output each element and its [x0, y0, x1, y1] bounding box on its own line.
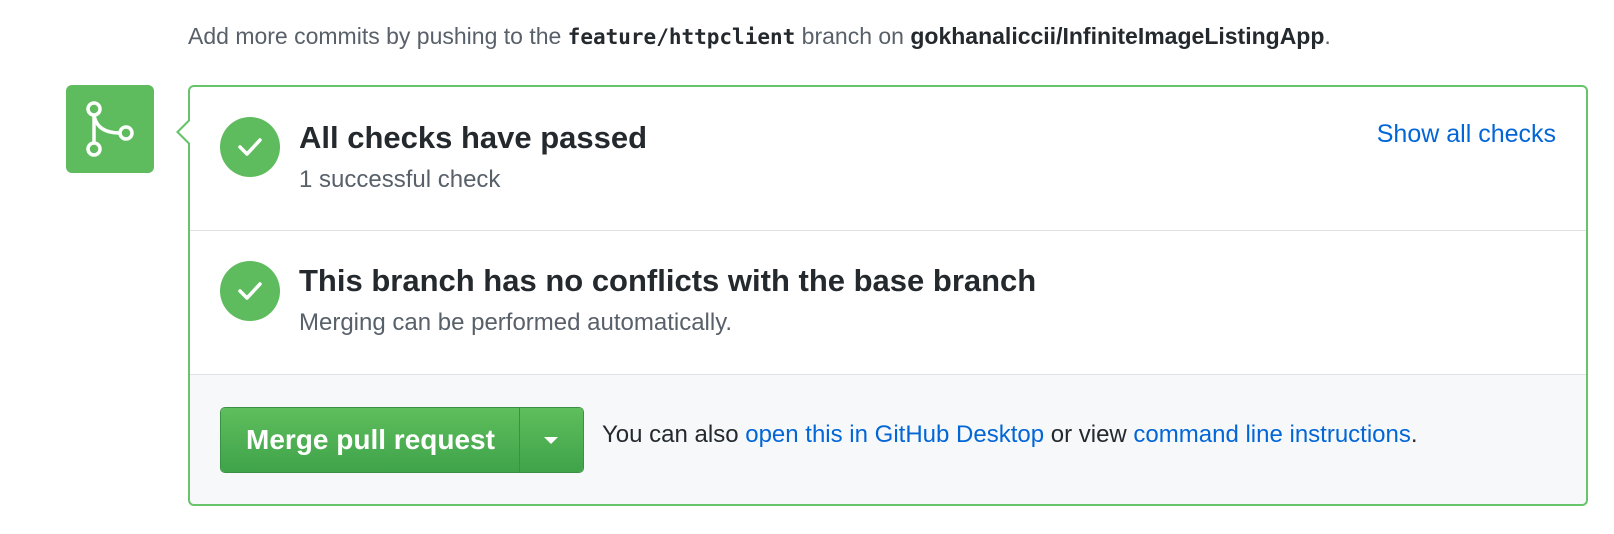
also-suffix: . [1410, 421, 1418, 448]
merge-status-box: All checks have passed 1 successful chec… [176, 85, 1588, 506]
show-all-checks-link[interactable]: Show all checks [1377, 120, 1556, 149]
conflicts-subtitle: Merging can be performed automatically. [299, 309, 733, 336]
also-middle: or view [1044, 421, 1134, 448]
hint-suffix: . [1324, 23, 1331, 49]
merge-action-section: Merge pull request You can also open thi… [190, 375, 1586, 504]
check-success-icon [220, 117, 280, 177]
conflicts-title: This branch has no conflicts with the ba… [299, 263, 1037, 298]
checks-subtitle: 1 successful check [299, 166, 501, 193]
git-merge-icon [66, 85, 154, 173]
also-prefix: You can also [602, 421, 746, 448]
command-line-instructions-link[interactable]: command line instructions [1133, 421, 1410, 448]
caret-down-icon [544, 436, 559, 444]
merge-button-group: Merge pull request [220, 407, 584, 473]
hint-prefix: Add more commits by pushing to the [188, 23, 568, 49]
merge-pull-request-button[interactable]: Merge pull request [221, 408, 519, 472]
merge-alternatives-text: You can also open this in GitHub Desktop… [602, 421, 1418, 449]
push-hint: Add more commits by pushing to the featu… [188, 18, 1331, 55]
github-desktop-link[interactable]: open this in GitHub Desktop [745, 421, 1044, 448]
checks-title: All checks have passed [299, 120, 648, 155]
merge-method-dropdown-button[interactable] [518, 408, 583, 472]
branch-name: feature/httpclient [567, 25, 796, 49]
check-success-icon [220, 261, 280, 321]
checks-section: All checks have passed 1 successful chec… [190, 87, 1586, 231]
conflicts-section: This branch has no conflicts with the ba… [190, 231, 1586, 375]
hint-middle: branch on [795, 23, 911, 49]
repo-name: gokhanaliccii/InfiniteImageListingApp [910, 23, 1325, 49]
merge-panel-page: Add more commits by pushing to the featu… [0, 0, 1614, 534]
